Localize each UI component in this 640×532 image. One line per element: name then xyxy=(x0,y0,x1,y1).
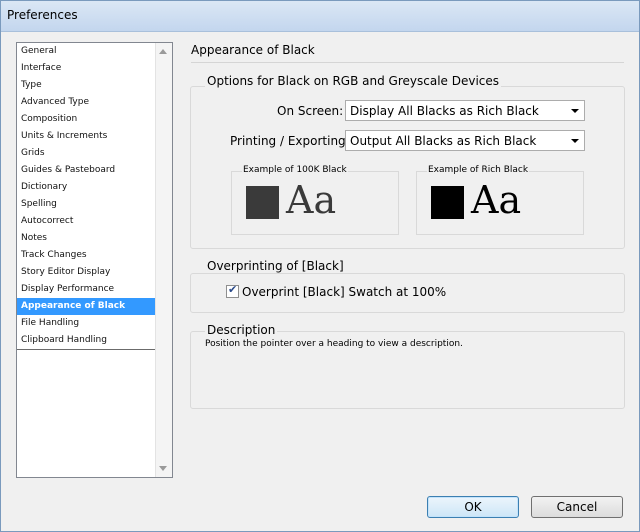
on-screen-select[interactable]: Display All Blacks as Rich Black xyxy=(345,100,585,121)
overprinting-group-title: Overprinting of [Black] xyxy=(205,259,346,273)
category-item[interactable]: Track Changes xyxy=(17,247,156,264)
printing-exporting-value: Output All Blacks as Rich Black xyxy=(350,134,537,148)
example-rich-text: Aa xyxy=(471,178,522,222)
category-item[interactable]: Composition xyxy=(17,111,156,128)
category-item[interactable]: Display Performance xyxy=(17,281,156,298)
description-group-title: Description xyxy=(205,323,278,337)
example-rich-black-box: Aa xyxy=(416,171,584,235)
swatch-100k-black xyxy=(246,186,279,219)
preferences-dialog: Preferences General Interface Type Advanced… xyxy=(0,0,640,532)
options-group-title: Options for Black on RGB and Greyscale D… xyxy=(205,74,502,88)
category-scrollbar[interactable] xyxy=(155,43,172,477)
scroll-down-arrow-icon[interactable] xyxy=(159,466,167,471)
category-item[interactable]: Advanced Type xyxy=(17,94,156,111)
category-item[interactable]: Grids xyxy=(17,145,156,162)
category-item[interactable]: General xyxy=(17,43,156,60)
category-item[interactable]: Units & Increments xyxy=(17,128,156,145)
category-items: General Interface Type Advanced Type Composi… xyxy=(17,43,157,350)
swatch-rich-black xyxy=(431,186,464,219)
example-100k-black-box: Aa xyxy=(231,171,399,235)
category-item[interactable]: Dictionary xyxy=(17,179,156,196)
example-100k-label: Example of 100K Black xyxy=(242,165,348,175)
category-item[interactable]: Spelling xyxy=(17,196,156,213)
printing-exporting-select[interactable]: Output All Blacks as Rich Black xyxy=(345,130,585,151)
on-screen-label: On Screen: xyxy=(277,104,344,118)
category-item[interactable]: Guides & Pasteboard xyxy=(17,162,156,179)
category-item[interactable]: Interface xyxy=(17,60,156,77)
on-screen-value: Display All Blacks as Rich Black xyxy=(350,104,539,118)
overprint-checkbox[interactable]: ✔ xyxy=(226,283,239,298)
category-item[interactable]: File Handling xyxy=(17,315,156,332)
printing-exporting-label: Printing / Exporting: xyxy=(230,134,350,148)
category-item[interactable]: Autocorrect xyxy=(17,213,156,230)
example-100k-text: Aa xyxy=(286,178,337,222)
category-item[interactable]: Story Editor Display xyxy=(17,264,156,281)
category-item[interactable]: Clipboard Handling xyxy=(17,332,156,349)
scroll-up-arrow-icon[interactable] xyxy=(159,49,167,54)
window-title: Preferences xyxy=(7,8,78,22)
ok-button[interactable]: OK xyxy=(427,496,519,518)
panel-title: Appearance of Black xyxy=(191,43,315,57)
category-item[interactable]: Appearance of Black xyxy=(17,298,156,315)
title-bar[interactable]: Preferences xyxy=(1,1,639,32)
description-text: Position the pointer over a heading to v… xyxy=(205,339,463,349)
chevron-down-icon xyxy=(571,139,579,143)
example-rich-label: Example of Rich Black xyxy=(427,165,530,175)
overprint-checkbox-label[interactable]: Overprint [Black] Swatch at 100% xyxy=(242,285,446,299)
panel-divider xyxy=(191,62,624,63)
cancel-button[interactable]: Cancel xyxy=(531,496,623,518)
checkmark-icon: ✔ xyxy=(228,283,238,296)
category-list[interactable]: General Interface Type Advanced Type Composi… xyxy=(16,42,173,478)
category-item[interactable]: Notes xyxy=(17,230,156,247)
category-item[interactable]: Type xyxy=(17,77,156,94)
chevron-down-icon xyxy=(571,109,579,113)
